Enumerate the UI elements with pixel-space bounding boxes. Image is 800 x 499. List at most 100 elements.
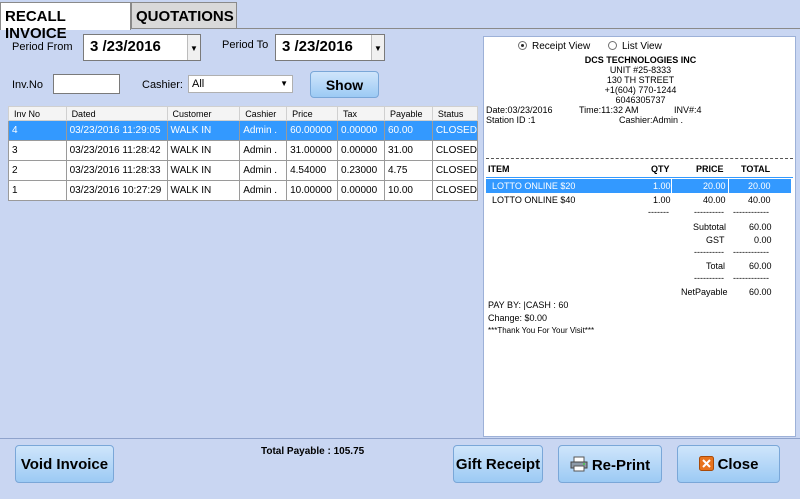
- table-row[interactable]: 3 03/23/2016 11:28:42 WALK IN Admin . 31…: [8, 140, 479, 161]
- receipt-dashes: ------------: [733, 207, 769, 217]
- receipt-netpayable-label: NetPayable: [681, 287, 728, 297]
- cell-inv-no: 2: [8, 160, 67, 181]
- cashier-label: Cashier:: [142, 79, 183, 91]
- receipt-col-item: ITEM: [488, 164, 510, 174]
- cell-tax: 0.00000: [337, 180, 385, 201]
- cell-tax: 0.00000: [337, 140, 385, 161]
- cell-customer: WALK IN: [166, 180, 241, 201]
- cell-cashier: Admin .: [239, 120, 288, 141]
- receipt-date: Date:03/23/2016: [486, 105, 553, 115]
- tab-quotations[interactable]: QUOTATIONS: [131, 2, 237, 29]
- receipt-row-sep: [671, 179, 672, 193]
- header-inv-no[interactable]: Inv No: [8, 106, 67, 121]
- receipt-item-name: LOTTO ONLINE $20: [492, 181, 576, 191]
- cell-payable: 31.00: [383, 140, 433, 161]
- table-row[interactable]: 2 03/23/2016 11:28:33 WALK IN Admin . 4.…: [8, 160, 479, 181]
- header-price[interactable]: Price: [286, 106, 339, 121]
- receipt-total-label: Total: [706, 261, 726, 271]
- cell-price: 4.54000: [286, 160, 339, 181]
- show-button[interactable]: Show: [310, 71, 379, 98]
- cell-status: CLOSED: [431, 180, 479, 201]
- header-tax[interactable]: Tax: [337, 106, 385, 121]
- period-from-picker[interactable]: 3 /23/2016 ▼: [83, 34, 201, 61]
- receipt-dashes: ------------: [733, 273, 769, 283]
- receipt-thanks: ***Thank You For Your Visit***: [488, 326, 595, 335]
- period-to-dropdown-icon[interactable]: ▼: [371, 35, 384, 60]
- cell-dated: 03/23/2016 11:29:05: [65, 120, 168, 141]
- receipt-col-total: TOTAL: [741, 164, 771, 174]
- table-row[interactable]: 4 03/23/2016 11:29:05 WALK IN Admin . 60…: [8, 120, 479, 141]
- footer-divider: [0, 438, 800, 439]
- close-button[interactable]: Close: [677, 445, 780, 483]
- reprint-button[interactable]: Re-Print: [558, 445, 662, 483]
- receipt-header-line: [486, 177, 793, 178]
- period-to-picker[interactable]: 3 /23/2016 ▼: [275, 34, 385, 61]
- period-from-label: Period From: [12, 41, 73, 53]
- receipt-gst-value: 0.00: [754, 235, 772, 245]
- invoice-table: Inv No Dated Customer Cashier Price Tax …: [8, 106, 479, 201]
- cell-price: 31.00000: [286, 140, 339, 161]
- period-from-dropdown-icon[interactable]: ▼: [187, 35, 200, 60]
- cell-customer: WALK IN: [166, 120, 241, 141]
- receipt-gst-label: GST: [706, 235, 725, 245]
- tab-recall-invoice[interactable]: RECALL INVOICE: [0, 2, 131, 42]
- cell-dated: 03/23/2016 11:28:33: [65, 160, 168, 181]
- reprint-label: Re-Print: [591, 457, 651, 474]
- receipt-item-qty: 1.00: [653, 195, 671, 205]
- receipt-row-sep: [728, 179, 729, 193]
- period-to-value: 3 /23/2016: [282, 38, 353, 55]
- cell-status: CLOSED: [431, 140, 479, 161]
- cell-payable: 10.00: [383, 180, 433, 201]
- printer-icon: [570, 456, 588, 472]
- receipt-subtotal-label: Subtotal: [693, 222, 727, 232]
- receipt-phone2: 6046305737: [615, 95, 666, 105]
- close-label: Close: [717, 456, 759, 473]
- receipt-street: 130 TH STREET: [606, 75, 675, 85]
- invno-input[interactable]: [53, 74, 120, 94]
- receipt-cashier: Cashier:Admin .: [619, 115, 684, 125]
- receipt-subtotal-value: 60.00: [749, 222, 772, 232]
- receipt-dashes: -------: [648, 207, 669, 217]
- receipt-inv: INV#:4: [674, 105, 702, 115]
- cell-tax: 0.23000: [337, 160, 385, 181]
- radio-selected-icon: [518, 41, 527, 50]
- receipt-phone1: +1(604) 770-1244: [604, 85, 677, 95]
- receipt-station: Station ID :1: [486, 115, 536, 125]
- receipt-change: Change: $0.00: [488, 313, 548, 323]
- header-cashier[interactable]: Cashier: [239, 106, 288, 121]
- receipt-company: DCS TECHNOLOGIES INC: [584, 55, 697, 65]
- cell-status: CLOSED: [431, 120, 479, 141]
- receipt-total-value: 60.00: [749, 261, 772, 271]
- void-invoice-button[interactable]: Void Invoice: [15, 445, 114, 483]
- receipt-payby: PAY BY: |CASH : 60: [488, 300, 569, 310]
- cell-price: 10.00000: [286, 180, 339, 201]
- total-payable-text: Total Payable : 105.75: [261, 446, 365, 457]
- cell-customer: WALK IN: [166, 160, 241, 181]
- list-view-radio[interactable]: List View: [608, 41, 662, 52]
- cell-inv-no: 4: [8, 120, 67, 141]
- header-customer[interactable]: Customer: [166, 106, 241, 121]
- cashier-select[interactable]: All ▼: [188, 75, 293, 93]
- cell-payable: 60.00: [383, 120, 433, 141]
- receipt-item-price: 40.00: [703, 195, 726, 205]
- cashier-select-value: All: [192, 78, 205, 90]
- list-view-label: List View: [622, 41, 662, 52]
- cell-tax: 0.00000: [337, 120, 385, 141]
- invno-label: Inv.No: [12, 79, 43, 91]
- receipt-col-qty: QTY: [651, 164, 670, 174]
- receipt-view-label: Receipt View: [532, 41, 591, 52]
- header-payable[interactable]: Payable: [383, 106, 433, 121]
- receipt-dashes: ----------: [694, 207, 724, 217]
- receipt-time: Time:11:32 AM: [579, 105, 639, 115]
- gift-receipt-button[interactable]: Gift Receipt: [453, 445, 543, 483]
- receipt-item-price: 20.00: [703, 181, 726, 191]
- header-status[interactable]: Status: [431, 106, 479, 121]
- table-row[interactable]: 1 03/23/2016 10:27:29 WALK IN Admin . 10…: [8, 180, 479, 201]
- header-dated[interactable]: Dated: [65, 106, 168, 121]
- receipt-item-total: 40.00: [748, 195, 771, 205]
- cell-dated: 03/23/2016 11:28:42: [65, 140, 168, 161]
- period-from-value: 3 /23/2016: [90, 38, 161, 55]
- receipt-unit: UNIT #25-8333: [609, 65, 672, 75]
- receipt-panel: Receipt View List View DCS TECHNOLOGIES …: [483, 36, 796, 437]
- receipt-view-radio[interactable]: Receipt View: [518, 41, 590, 52]
